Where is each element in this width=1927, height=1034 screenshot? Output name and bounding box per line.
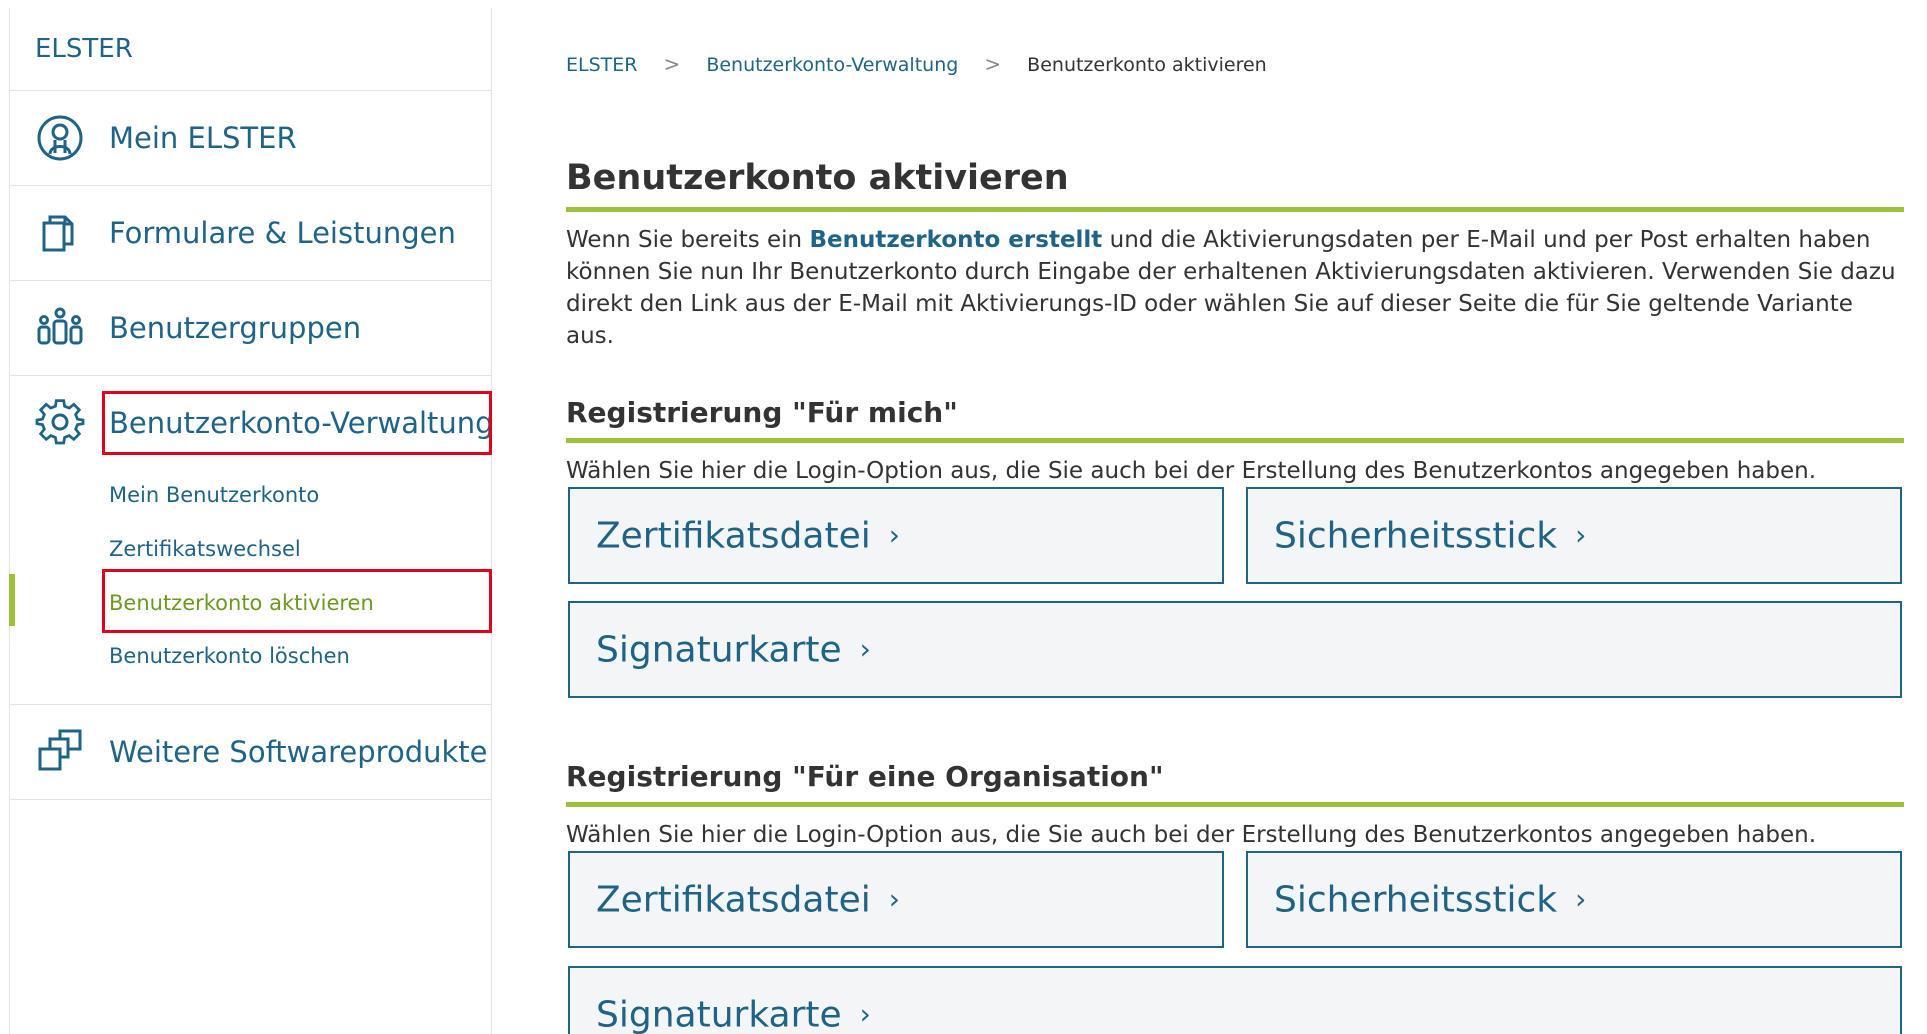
active-indicator	[9, 574, 15, 626]
section-heading-fuer-organisation: Registrierung "Für eine Organisation"	[566, 760, 1164, 793]
sidebar-item-benutzerkonto-verwaltung[interactable]: Benutzerkonto-Verwaltung	[10, 376, 494, 472]
sidebar-item-mein-elster[interactable]: Mein ELSTER	[10, 91, 491, 186]
option-zertifikatsdatei-fuer-mich[interactable]: Zertifikatsdatei ›	[568, 487, 1224, 584]
breadcrumb-current: Benutzerkonto aktivieren	[1027, 54, 1267, 76]
sidebar-subitem-mein-benutzerkonto[interactable]: Mein Benutzerkonto	[109, 483, 319, 507]
option-sicherheitsstick-organisation[interactable]: Sicherheitsstick ›	[1246, 851, 1902, 948]
option-label: Sicherheitsstick ›	[1274, 879, 1586, 920]
breadcrumb-link-elster[interactable]: ELSTER	[566, 54, 637, 76]
chevron-right-icon: ›	[859, 632, 871, 665]
sidebar-brand[interactable]: ELSTER	[10, 8, 491, 91]
option-signaturkarte-organisation[interactable]: Signaturkarte ›	[568, 966, 1902, 1034]
option-label: Zertifikatsdatei ›	[596, 515, 900, 556]
section-underline	[566, 438, 1904, 443]
sidebar-item-label: Formulare & Leistungen	[109, 216, 456, 250]
option-label: Signaturkarte ›	[596, 994, 871, 1034]
sidebar-item-benutzergruppen[interactable]: Benutzergruppen	[10, 281, 491, 376]
page-title: Benutzerkonto aktivieren	[566, 158, 1069, 198]
highlight-box	[102, 569, 492, 633]
option-text: Sicherheitsstick	[1274, 879, 1558, 920]
sidebar-item-label: Benutzergruppen	[109, 311, 362, 345]
breadcrumb: ELSTER > Benutzerkonto-Verwaltung > Benu…	[566, 52, 1267, 76]
breadcrumb-link-benutzerkonto-verwaltung[interactable]: Benutzerkonto-Verwaltung	[706, 54, 958, 76]
option-sicherheitsstick-fuer-mich[interactable]: Sicherheitsstick ›	[1246, 487, 1902, 584]
section-heading-fuer-mich: Registrierung "Für mich"	[566, 396, 958, 429]
sidebar-item-formulare[interactable]: Formulare & Leistungen	[10, 186, 491, 281]
option-label: Zertifikatsdatei ›	[596, 879, 900, 920]
section-underline	[566, 802, 1904, 807]
breadcrumb-separator-icon: >	[663, 52, 681, 76]
chevron-right-icon: ›	[859, 997, 871, 1030]
option-label: Sicherheitsstick ›	[1274, 515, 1586, 556]
highlight-box	[102, 391, 492, 455]
sidebar-item-label: Mein ELSTER	[109, 121, 297, 155]
option-text: Zertifikatsdatei	[596, 515, 871, 556]
option-text: Zertifikatsdatei	[596, 879, 871, 920]
chevron-right-icon: ›	[1575, 518, 1587, 551]
software-products-icon	[34, 726, 86, 778]
section-hint: Wählen Sie hier die Login-Option aus, di…	[566, 458, 1817, 484]
sidebar-item-label: Weitere Softwareprodukte	[109, 735, 488, 769]
intro-text-start: Wenn Sie bereits ein	[566, 227, 810, 253]
sidebar-subitem-benutzerkonto-loeschen[interactable]: Benutzerkonto löschen	[109, 644, 350, 668]
chevron-right-icon: ›	[888, 518, 900, 551]
chevron-right-icon: ›	[888, 882, 900, 915]
chevron-right-icon: ›	[1575, 882, 1587, 915]
sidebar-item-weitere-softwareprodukte[interactable]: Weitere Softwareprodukte	[10, 705, 491, 800]
section-hint: Wählen Sie hier die Login-Option aus, di…	[566, 822, 1817, 848]
option-text: Signaturkarte	[596, 629, 842, 670]
option-zertifikatsdatei-organisation[interactable]: Zertifikatsdatei ›	[568, 851, 1224, 948]
sidebar-group-benutzerkonto-verwaltung: Benutzerkonto-Verwaltung Mein Benutzerko…	[9, 376, 494, 705]
gear-icon	[34, 398, 86, 450]
option-text: Signaturkarte	[596, 994, 842, 1034]
option-text: Sicherheitsstick	[1274, 515, 1558, 556]
intro-text: Wenn Sie bereits ein Benutzerkonto erste…	[566, 224, 1904, 352]
user-group-icon	[34, 302, 86, 354]
option-signaturkarte-fuer-mich[interactable]: Signaturkarte ›	[568, 601, 1902, 698]
breadcrumb-separator-icon: >	[984, 52, 1002, 76]
user-circle-icon	[34, 112, 86, 164]
sidebar: ELSTER Mein ELSTER Formulare & Leistunge…	[9, 8, 494, 1034]
benutzerkonto-erstellt-link[interactable]: Benutzerkonto erstellt	[809, 227, 1102, 253]
sidebar-subitem-zertifikatswechsel[interactable]: Zertifikatswechsel	[109, 537, 301, 561]
title-underline	[566, 207, 1904, 212]
page: ELSTER Mein ELSTER Formulare & Leistunge…	[0, 0, 1927, 1034]
option-label: Signaturkarte ›	[596, 629, 871, 670]
documents-icon	[34, 207, 86, 259]
